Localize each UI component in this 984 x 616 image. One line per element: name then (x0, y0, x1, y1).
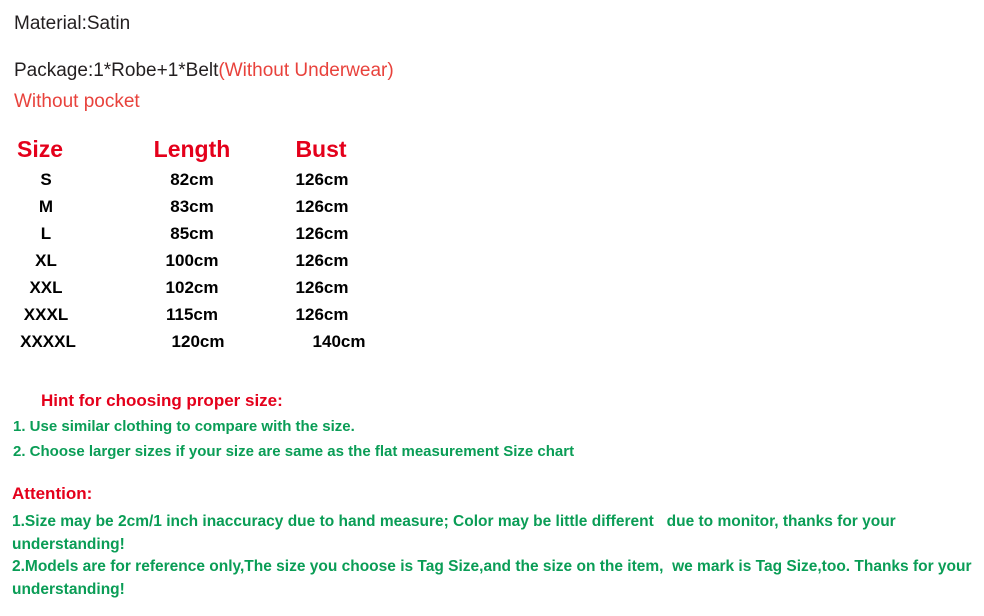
size-chart-page: Material:Satin Package:1*Robe+1*Belt(Wit… (0, 0, 984, 616)
cell-length: 85cm (170, 224, 214, 243)
cell-bust: 126cm (295, 278, 349, 297)
cell-size: XXXXL (20, 332, 76, 351)
table-row: L 85cm 126cm (0, 224, 420, 251)
cell-bust: 126cm (295, 305, 349, 324)
pocket-note: Without pocket (14, 91, 140, 112)
cell-bust: 126cm (295, 170, 349, 189)
column-header-bust: Bust (295, 136, 347, 162)
hint-item-1: 1. Use similar clothing to compare with … (13, 418, 355, 435)
cell-size: S (40, 170, 52, 189)
material-line: Material:Satin (14, 13, 131, 34)
table-row: XXXL 115cm 126cm (0, 305, 420, 332)
hint-title: Hint for choosing proper size: (41, 391, 283, 410)
size-chart-table: Size Length Bust S 82cm 126cm M 83cm 126… (0, 136, 420, 359)
table-row: XXXXL 120cm 140cm (0, 332, 420, 359)
package-line: Package:1*Robe+1*Belt(Without Underwear) (14, 60, 394, 82)
cell-bust: 140cm (312, 332, 366, 351)
column-header-size: Size (16, 136, 64, 162)
attention-title: Attention: (12, 484, 93, 503)
cell-bust: 126cm (295, 224, 349, 243)
table-row: S 82cm 126cm (0, 170, 420, 197)
table-header-row: Size Length Bust (0, 136, 420, 170)
package-label: Package:1*Robe+1*Belt (14, 60, 219, 81)
cell-length: 102cm (165, 278, 219, 297)
column-header-length: Length (153, 136, 231, 162)
package-note: (Without Underwear) (218, 60, 394, 81)
cell-length: 100cm (165, 251, 219, 270)
attention-item-2: 2.Models are for reference only,The size… (12, 558, 976, 598)
cell-size: XXL (29, 278, 63, 297)
table-row: M 83cm 126cm (0, 197, 420, 224)
hint-item-2: 2. Choose larger sizes if your size are … (13, 443, 575, 460)
cell-bust: 126cm (295, 197, 349, 216)
cell-size: XL (35, 251, 57, 270)
cell-bust: 126cm (295, 251, 349, 270)
cell-length: 120cm (171, 332, 225, 351)
cell-size: XXXL (23, 305, 69, 324)
attention-item-1: 1.Size may be 2cm/1 inch inaccuracy due … (12, 513, 901, 553)
cell-size: M (38, 197, 54, 216)
cell-size: L (40, 224, 52, 243)
table-row: XXL 102cm 126cm (0, 278, 420, 305)
cell-length: 82cm (170, 170, 214, 189)
cell-length: 83cm (170, 197, 214, 216)
table-row: XL 100cm 126cm (0, 251, 420, 278)
cell-length: 115cm (166, 305, 218, 324)
